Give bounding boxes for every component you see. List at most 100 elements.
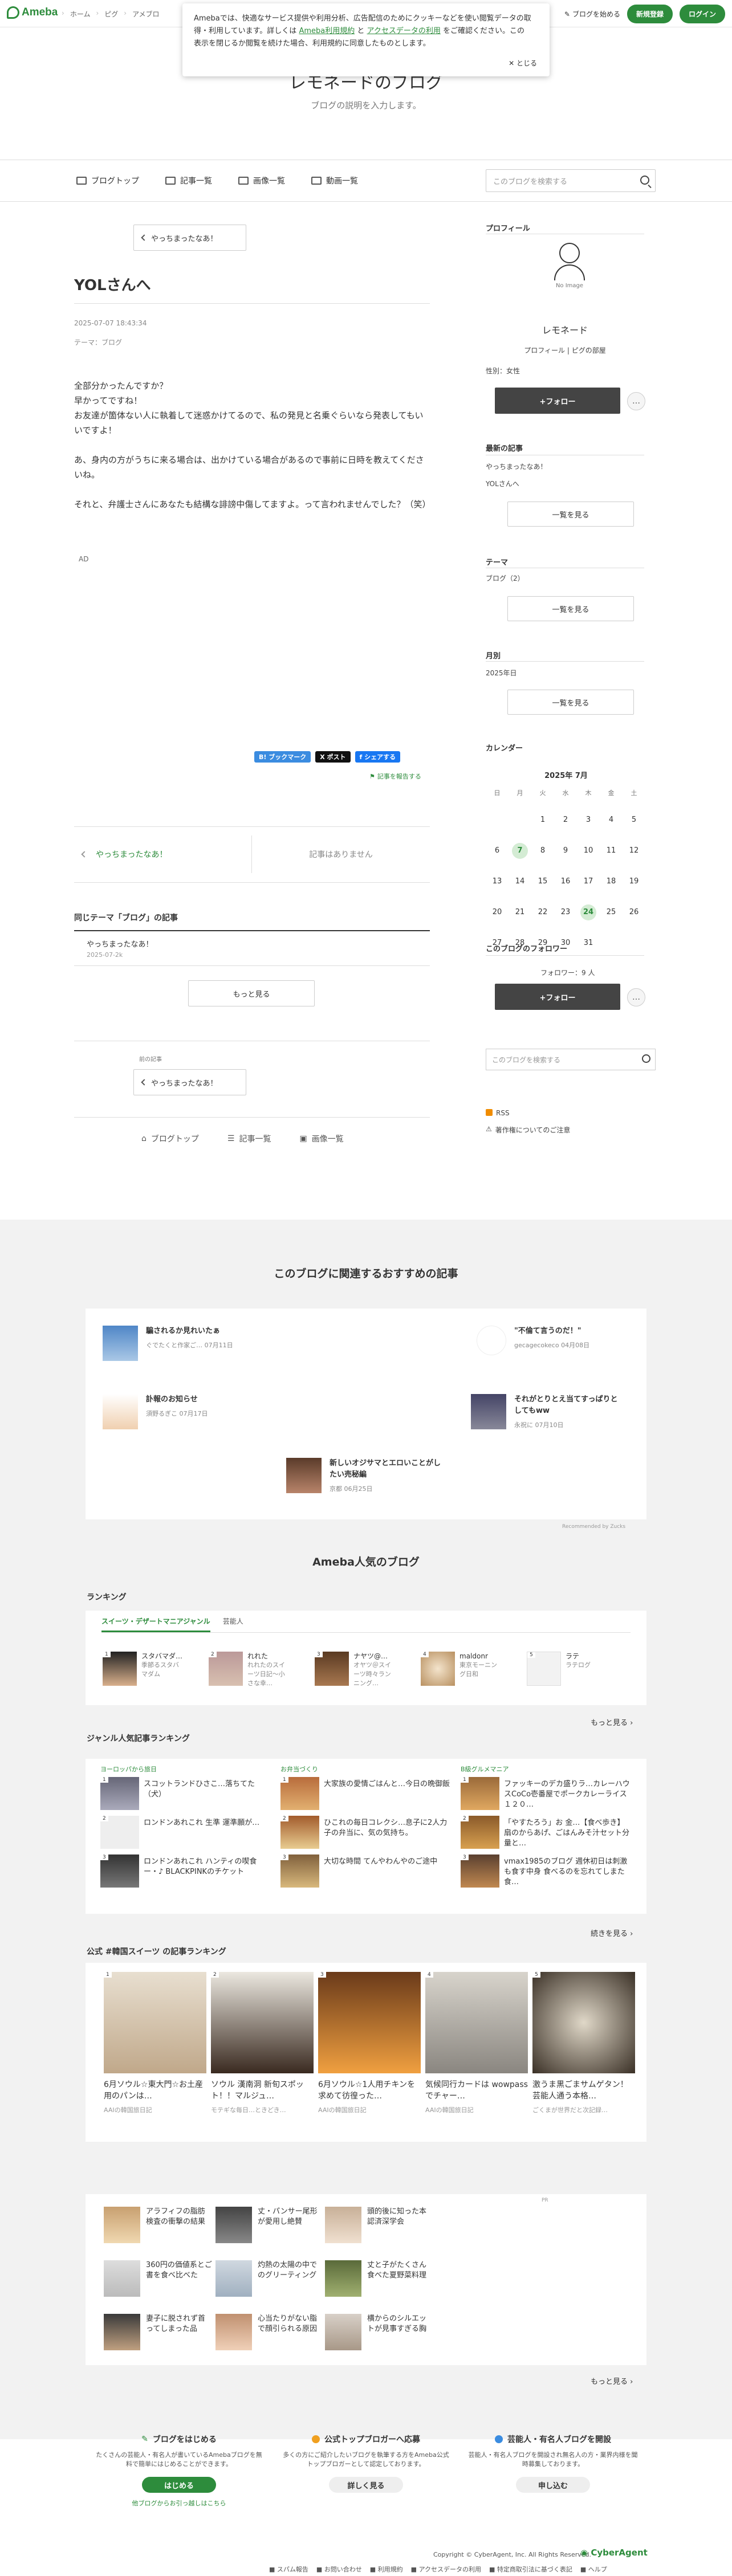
pr-item[interactable]: 丈・パンサー尾形が愛用し絶賛 [215, 2207, 324, 2243]
nav-blog-top[interactable]: ブログトップ [76, 175, 139, 186]
genre-item[interactable]: 3 ロンドンあれこれ ハンティの喫食ー・♪ BLACKPINKのチケット [100, 1854, 271, 1888]
article-theme-link[interactable]: テーマ：ブログ [74, 337, 122, 347]
calendar-day[interactable]: 24 [580, 904, 596, 920]
nav-article-list[interactable]: 記事一覧 [165, 175, 212, 186]
start-button[interactable]: はじめる [142, 2477, 216, 2493]
pr-more-link[interactable]: もっと見る › [591, 2375, 633, 2386]
footer-link[interactable]: ■ ヘルプ [580, 2565, 607, 2574]
bottom-nav-blog-top[interactable]: ⌂ ブログトップ [141, 1133, 199, 1144]
ranking-item[interactable]: 2 れれた れれたのスイーツ日記〜小さな幸… [209, 1652, 288, 1688]
footer-link[interactable]: ■ お問い合わせ [316, 2565, 362, 2574]
calendar-day[interactable]: 7 [512, 843, 528, 859]
facebook-share-button[interactable]: f シェアする [355, 751, 401, 763]
pr-item[interactable]: 妻子に脱されず首ってしまった品 [104, 2314, 212, 2350]
breadcrumb-pigg[interactable]: ピグ [104, 9, 118, 19]
search-icon[interactable] [640, 176, 649, 185]
bottom-nav-image-list[interactable]: ▣ 画像一覧 [299, 1133, 343, 1144]
theme-item[interactable]: ブログ（2） [486, 573, 524, 583]
pager-prev-link[interactable]: やっちまったなあ！ [74, 835, 252, 873]
detail-button[interactable]: 詳しく見る [329, 2477, 403, 2493]
access-data-link[interactable]: アクセスデータの利用 [367, 27, 441, 35]
pr-item[interactable]: 心当たりがない脂で顔引られる原因 [215, 2314, 324, 2350]
kr-item[interactable]: 2 ソウル 漢南洞 新旬スポット！！マルジュ… モテギな毎日…ときどき… [211, 1972, 314, 2114]
avatar[interactable]: No Image [548, 239, 591, 291]
genre-item[interactable]: 2 「やすたろう」お 金…【食べ歩き】扇のからあげ、ごはんみそ汁セット分量と… [461, 1816, 632, 1849]
profile-link[interactable]: プロフィール [524, 347, 565, 354]
recent-item[interactable]: YOLさんへ [486, 479, 519, 488]
kr-item[interactable]: 3 6月ソウル☆1人用チキンを求めて彷徨った… AAIの韓国旅日記 [318, 1972, 421, 2114]
register-button[interactable]: 新規登録 [627, 5, 673, 23]
pigg-room-link[interactable]: ピグの部屋 [572, 347, 606, 354]
more-articles-button[interactable]: もっと見る [188, 980, 315, 1006]
ranking-item[interactable]: 1 スタバマダ… 季節るスタバマダム [103, 1652, 182, 1686]
pr-item[interactable]: アラフィフの脂肪検査の衝撃の結果 [104, 2207, 212, 2243]
genre-item[interactable]: 3 vmax1985のブログ 週休初日は刺激も食す中身 食べるのを忘れてしまた 食… [461, 1854, 632, 1888]
pr-item[interactable]: 丈と子がたくさん食べた夏野菜料理 [325, 2260, 433, 2297]
genre-item[interactable]: 1 スコットランドひさこ…落ちてた（犬） [100, 1777, 271, 1810]
recent-list-button[interactable]: 一覧を見る [507, 502, 634, 527]
nav-video-list[interactable]: 動画一覧 [311, 175, 358, 186]
kr-item[interactable]: 5 激うま黒ごまサムゲタン！芸能人通う本格… ごくまが世界だと次記録… [532, 1972, 635, 2114]
nav-image-list[interactable]: 画像一覧 [238, 175, 285, 186]
start-blog-link[interactable]: ✎ ブログを始める [564, 9, 620, 19]
profile-name[interactable]: レモネード [486, 323, 644, 336]
footer-link[interactable]: ■ アクセスデータの利用 [411, 2565, 481, 2574]
prev-article-button[interactable]: やっちまったなあ！ [133, 225, 246, 251]
cookie-close-button[interactable]: ✕ とじる [509, 57, 537, 70]
footer-link[interactable]: ■ 利用規約 [370, 2565, 403, 2574]
genre-item[interactable]: 2 ロンドンあれこれ 生準 運準願が… [100, 1816, 271, 1849]
pr-item[interactable]: 灼熱の太陽の中でのグリーティング [215, 2260, 324, 2297]
apply-button[interactable]: 申し込む [516, 2477, 590, 2493]
ranking-item[interactable]: 5 ラテ ラテログ [527, 1652, 607, 1686]
footer-link[interactable]: ■ 特定商取引法に基づく表記 [489, 2565, 572, 2574]
ameba-logo[interactable]: Ameba [7, 6, 58, 19]
ranking-item[interactable]: 3 ナヤツ@… オヤツ＠スイーツ時々ランニング… [315, 1652, 395, 1688]
search-icon[interactable] [642, 1054, 650, 1063]
rss-link[interactable]: RSS [486, 1109, 510, 1117]
list-item[interactable]: やっちまったなあ！ 2025-07-2k [74, 931, 430, 966]
cyberagent-logo[interactable]: ◉ CyberAgent [580, 2548, 648, 2558]
genre-item[interactable]: 2 ひこれの毎日コレクシ…息子に2人力子の弁当に、気の気持ち。 [280, 1816, 452, 1849]
genre-item[interactable]: 1 ファッキーのデカ盛りラ…カレーハウスCoCo壱番屋でポークカレーライス１２０… [461, 1777, 632, 1810]
footer-link[interactable]: ■ スパム報告 [269, 2565, 308, 2574]
article-title[interactable]: YOLさんへ [74, 274, 151, 295]
breadcrumb-ameblo[interactable]: アメブロ [132, 9, 159, 19]
terms-link[interactable]: Ameba利用規約 [299, 27, 355, 35]
login-button[interactable]: ログイン [679, 5, 725, 23]
recommend-item[interactable]: 訃報のお知らせ 須野るぎこ 07月17日 [103, 1394, 208, 1429]
breadcrumb-home[interactable]: ホーム [70, 9, 91, 19]
recommend-item[interactable]: それがとりとえ当てすっぱりとしてもww 永祝に 07月10日 [471, 1394, 623, 1429]
copyright-notice-link[interactable]: ⚠ 著作権についてのご注意 [486, 1125, 570, 1135]
prev-article-button-bottom[interactable]: やっちまったなあ！ [133, 1069, 246, 1095]
genre-item[interactable]: 1 大家族の愛情ごはんと…今日の晩御飯 [280, 1777, 452, 1810]
tab-sweets[interactable]: スイーツ・デザートマニアジャンル [101, 1616, 210, 1632]
pr-item[interactable]: 360円の価値系とご書を食べ比べた [104, 2260, 212, 2297]
blog-search-input[interactable]: このブログを検索する [486, 169, 656, 192]
pr-item[interactable]: 横からのシルエットが見事すぎる胸 [325, 2314, 433, 2350]
sidebar-search-input[interactable]: このブログを検索する [486, 1049, 656, 1070]
tab-celebrity[interactable]: 芸能人 [223, 1616, 243, 1632]
hatena-bookmark-button[interactable]: B! ブックマーク [254, 751, 311, 763]
follow-more-button-2[interactable]: … [627, 988, 645, 1006]
kr-item[interactable]: 4 気候同行カードは wowpassでチャー… AAIの韓国旅日記 [425, 1972, 528, 2114]
kr-item[interactable]: 1 6月ソウル☆東大門☆お土産用のパンは… AAIの韓国旅日記 [104, 1972, 206, 2114]
follow-more-button[interactable]: … [627, 392, 645, 410]
ranking-item[interactable]: 4 maldonr 東京モーニング日和 [421, 1652, 501, 1686]
migrate-link[interactable]: 他ブログからお引っ越しはこちら [93, 2498, 265, 2508]
follow-button[interactable]: +フォロー [495, 388, 620, 414]
ranking-more-link[interactable]: もっと見る › [591, 1717, 633, 1727]
month-list-button[interactable]: 一覧を見る [507, 690, 634, 715]
bottom-nav-article-list[interactable]: ☰ 記事一覧 [227, 1133, 271, 1144]
report-article-link[interactable]: ⚑ 記事を報告する [369, 772, 421, 781]
genre-more-link[interactable]: 続きを見る › [591, 1927, 633, 1938]
month-item[interactable]: 2025年日 [486, 668, 517, 678]
pr-item[interactable]: 頭的後に知った本認済深学会 [325, 2207, 433, 2243]
follow-button-2[interactable]: +フォロー [495, 984, 620, 1010]
recent-item[interactable]: やっちまったなあ！ [486, 462, 547, 471]
recommend-item[interactable]: "不倫て言うのだ！" gecagecokeco 04月08日 [477, 1326, 589, 1355]
recommend-item[interactable]: 新しいオジサマとエロいことがしたい売秘編 京都 06月25日 [286, 1458, 444, 1493]
genre-item[interactable]: 3 大切な時間 てんやわんやのご途中 [280, 1854, 452, 1888]
x-post-button[interactable]: X ポスト [315, 751, 351, 763]
recommend-item[interactable]: 騙されるか見れいたぁ ぐでたくと作家ご… 07月11日 [103, 1326, 233, 1361]
theme-list-button[interactable]: 一覧を見る [507, 596, 634, 621]
